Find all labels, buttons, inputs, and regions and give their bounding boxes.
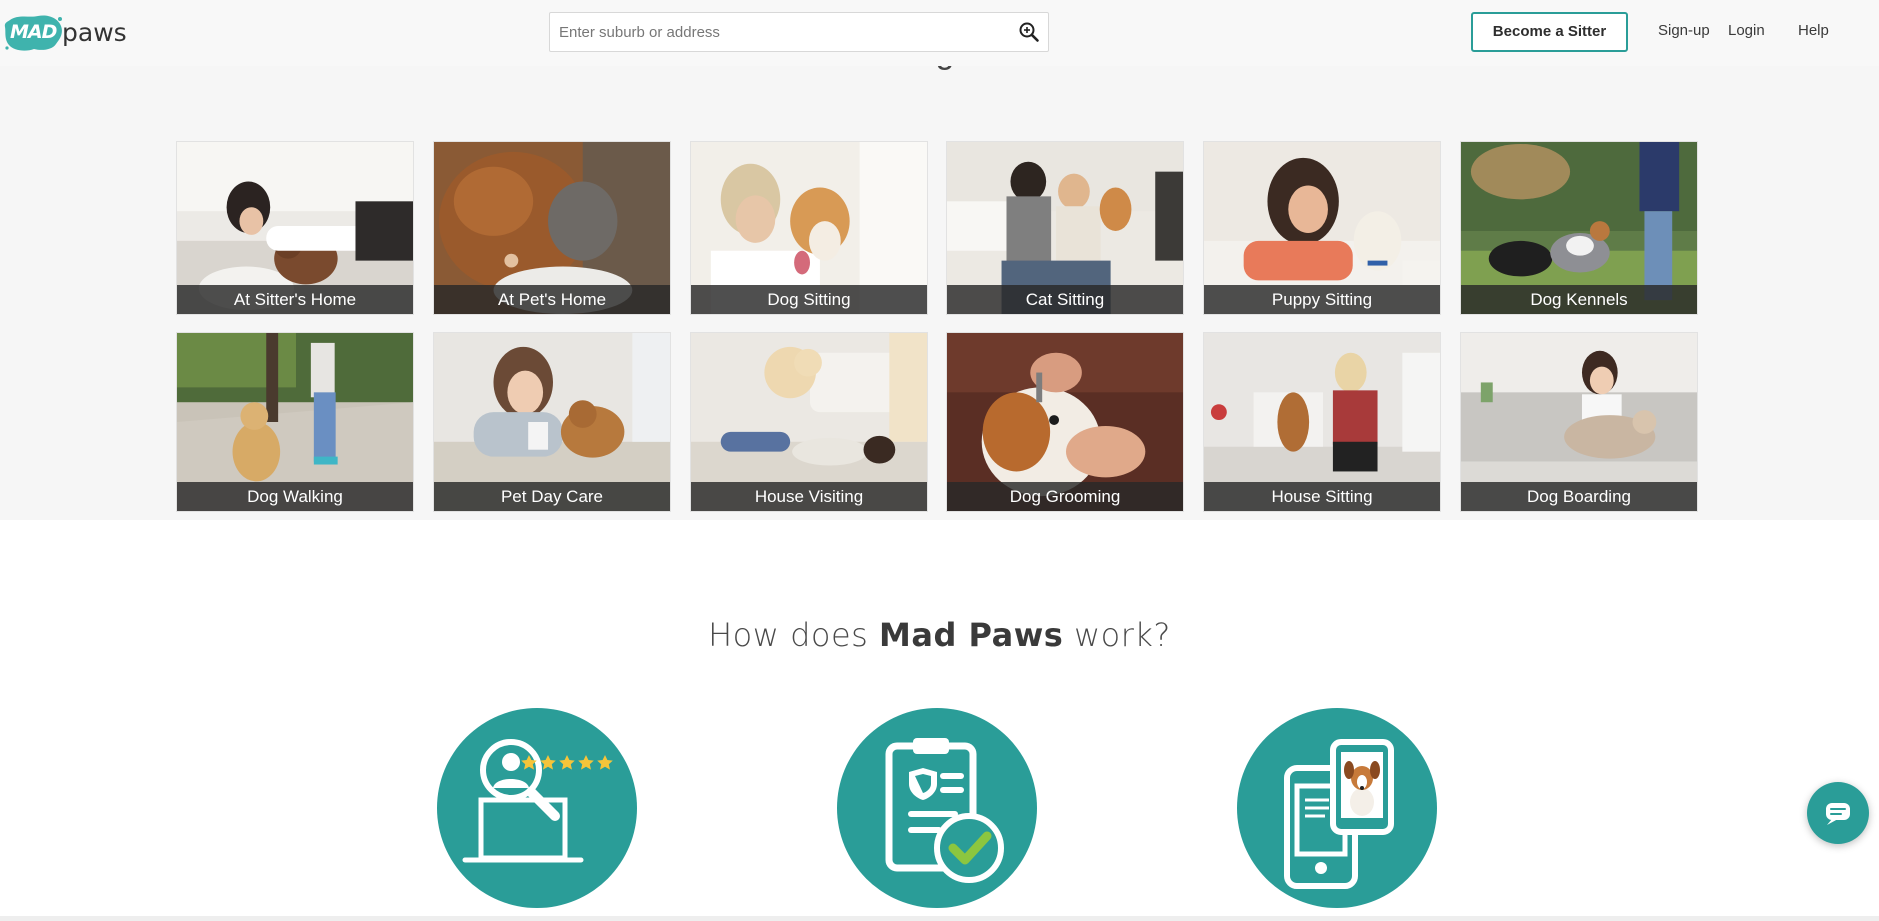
how-title-suffix: work?	[1063, 616, 1171, 654]
search-input[interactable]	[550, 13, 1000, 51]
logo-paws-text: paws	[62, 18, 127, 47]
tile-label: House Sitting	[1204, 482, 1440, 511]
service-tile-dog-kennels[interactable]: Dog Kennels	[1460, 141, 1698, 315]
service-tile-dog-walking[interactable]: Dog Walking	[176, 332, 414, 512]
mad-paws-logo[interactable]: MAD paws	[4, 12, 132, 54]
tile-label: Cat Sitting	[947, 285, 1183, 314]
step-search-circle	[437, 708, 637, 908]
service-tile-puppy-sitting[interactable]: Puppy Sitting	[1203, 141, 1441, 315]
service-tile-dog-boarding[interactable]: Dog Boarding	[1460, 332, 1698, 512]
signup-link[interactable]: Sign-up	[1658, 22, 1710, 39]
chat-button[interactable]	[1807, 782, 1869, 844]
how-title-brand: Mad Paws	[879, 616, 1064, 654]
login-link[interactable]: Login	[1728, 22, 1765, 39]
tile-label: Pet Day Care	[434, 482, 670, 511]
logo-mad-text: MAD	[10, 21, 57, 43]
tile-label: Dog Boarding	[1461, 482, 1697, 511]
tile-label: At Sitter's Home	[177, 285, 413, 314]
service-tile-house-sitting[interactable]: House Sitting	[1203, 332, 1441, 512]
how-it-works-heading: How does Mad Paws work?	[0, 616, 1879, 654]
location-search[interactable]	[549, 12, 1049, 52]
site-header: MAD paws Become a Sitter Sign-up Login H…	[0, 0, 1879, 66]
page-bottom-divider	[0, 916, 1879, 921]
help-link[interactable]: Help	[1798, 22, 1829, 39]
how-title-prefix: How does	[708, 616, 880, 654]
mobile-pet-photo-icon	[1284, 739, 1394, 889]
services-section: g At Sitter's Home At Pet's Home	[0, 52, 1879, 520]
tile-label: Dog Sitting	[691, 285, 927, 314]
become-sitter-button[interactable]: Become a Sitter	[1471, 12, 1628, 52]
tile-label: Dog Walking	[177, 482, 413, 511]
search-reviews-icon	[462, 739, 613, 863]
service-tile-at-sitters-home[interactable]: At Sitter's Home	[176, 141, 414, 315]
step-checklist-circle	[837, 708, 1037, 908]
service-tile-at-pets-home[interactable]: At Pet's Home	[433, 141, 671, 315]
service-tile-cat-sitting[interactable]: Cat Sitting	[946, 141, 1184, 315]
tile-label: Dog Kennels	[1461, 285, 1697, 314]
tile-label: Dog Grooming	[947, 482, 1183, 511]
tile-label: House Visiting	[691, 482, 927, 511]
step-mobile-circle	[1237, 708, 1437, 908]
service-tile-dog-grooming[interactable]: Dog Grooming	[946, 332, 1184, 512]
service-tile-dog-sitting[interactable]: Dog Sitting	[690, 141, 928, 315]
search-icon[interactable]	[1018, 21, 1040, 43]
service-tile-house-visiting[interactable]: House Visiting	[690, 332, 928, 512]
chat-icon	[1826, 803, 1850, 825]
tile-label: At Pet's Home	[434, 285, 670, 314]
service-tile-pet-day-care[interactable]: Pet Day Care	[433, 332, 671, 512]
tile-label: Puppy Sitting	[1204, 285, 1440, 314]
checklist-approved-icon	[885, 738, 1004, 883]
